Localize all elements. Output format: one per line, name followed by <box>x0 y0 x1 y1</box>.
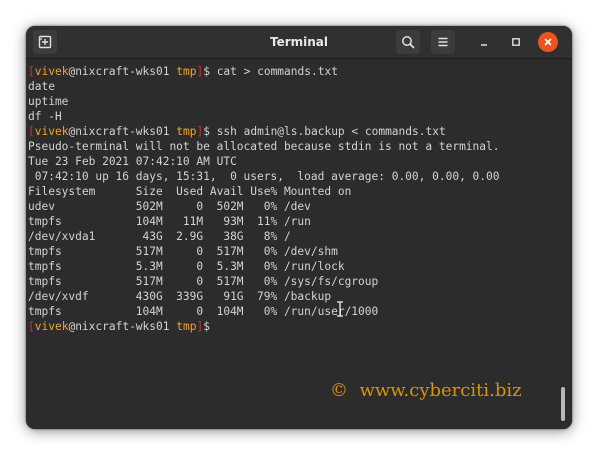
minimize-button[interactable] <box>472 30 496 54</box>
prompt-open-bracket: [ <box>28 320 35 333</box>
output-line: tmpfs 5.3M 0 5.3M 0% /run/lock <box>28 260 345 273</box>
maximize-button[interactable] <box>504 30 528 54</box>
prompt-directory: tmp <box>176 65 197 78</box>
maximize-icon <box>512 38 520 46</box>
prompt-directory: tmp <box>176 320 197 333</box>
watermark-text: © www.cyberciti.biz <box>330 380 522 401</box>
prompt-open-bracket: [ <box>28 125 35 138</box>
prompt-host: nixcraft-wks01 <box>75 125 170 138</box>
prompt-line: [vivek@nixcraft-wks01 tmp]$ ssh admin@ls… <box>28 124 572 139</box>
command-text: cat > commands.txt <box>209 65 338 78</box>
command-text: ssh admin@ls.backup < commands.txt <box>209 125 446 138</box>
mouse-ibeam-cursor-icon <box>337 301 343 317</box>
output-line: tmpfs 104M 11M 93M 11% /run <box>28 215 311 228</box>
prompt-line: [vivek@nixcraft-wks01 tmp]$ cat > comman… <box>28 64 572 79</box>
output-line: Filesystem Size Used Avail Use% Mounted … <box>28 185 352 198</box>
prompt-host: nixcraft-wks01 <box>75 65 170 78</box>
close-icon <box>544 38 552 46</box>
search-icon <box>402 36 415 49</box>
output-line: date <box>28 80 55 93</box>
terminal-window: Terminal [vivek@nixcraft-wks01 tmp]$ cat… <box>26 26 572 429</box>
search-button[interactable] <box>396 30 420 54</box>
prompt-dollar: $ <box>203 65 210 78</box>
output-line: udev 502M 0 502M 0% /dev <box>28 200 311 213</box>
prompt-user: vivek <box>34 320 69 333</box>
output-line: tmpfs 517M 0 517M 0% /dev/shm <box>28 245 338 258</box>
prompt-host: nixcraft-wks01 <box>75 320 170 333</box>
output-line: /dev/xvdf 430G 339G 91G 79% /backup <box>28 290 332 303</box>
output-line: df -H <box>28 110 62 123</box>
output-line: tmpfs 517M 0 517M 0% /sys/fs/cgroup <box>28 275 379 288</box>
prompt-user: vivek <box>34 65 69 78</box>
output-line: Pseudo-terminal will not be allocated be… <box>28 140 500 153</box>
new-tab-icon <box>38 35 52 49</box>
output-line: uptime <box>28 95 69 108</box>
prompt-dollar: $ <box>203 125 210 138</box>
output-line: tmpfs 104M 0 104M 0% /run/user/1000 <box>28 305 379 318</box>
new-tab-button[interactable] <box>33 30 57 54</box>
prompt-line: [vivek@nixcraft-wks01 tmp]$ <box>28 319 572 334</box>
minimize-icon <box>481 44 487 46</box>
terminal-output[interactable]: [vivek@nixcraft-wks01 tmp]$ cat > comman… <box>26 59 572 429</box>
close-button[interactable] <box>538 32 558 52</box>
menu-button[interactable] <box>431 30 455 54</box>
prompt-dollar: $ <box>203 320 210 333</box>
output-line: 07:42:10 up 16 days, 15:31, 0 users, loa… <box>28 170 500 183</box>
output-line: /dev/xvda1 43G 2.9G 38G 8% / <box>28 230 291 243</box>
output-line: Tue 23 Feb 2021 07:42:10 AM UTC <box>28 155 237 168</box>
scrollbar-thumb[interactable] <box>561 387 565 421</box>
title-bar[interactable]: Terminal <box>26 26 572 59</box>
prompt-open-bracket: [ <box>28 65 35 78</box>
prompt-user: vivek <box>34 125 69 138</box>
prompt-directory: tmp <box>176 125 197 138</box>
terminal-lines: [vivek@nixcraft-wks01 tmp]$ cat > comman… <box>28 64 572 334</box>
hamburger-menu-icon <box>438 37 448 47</box>
